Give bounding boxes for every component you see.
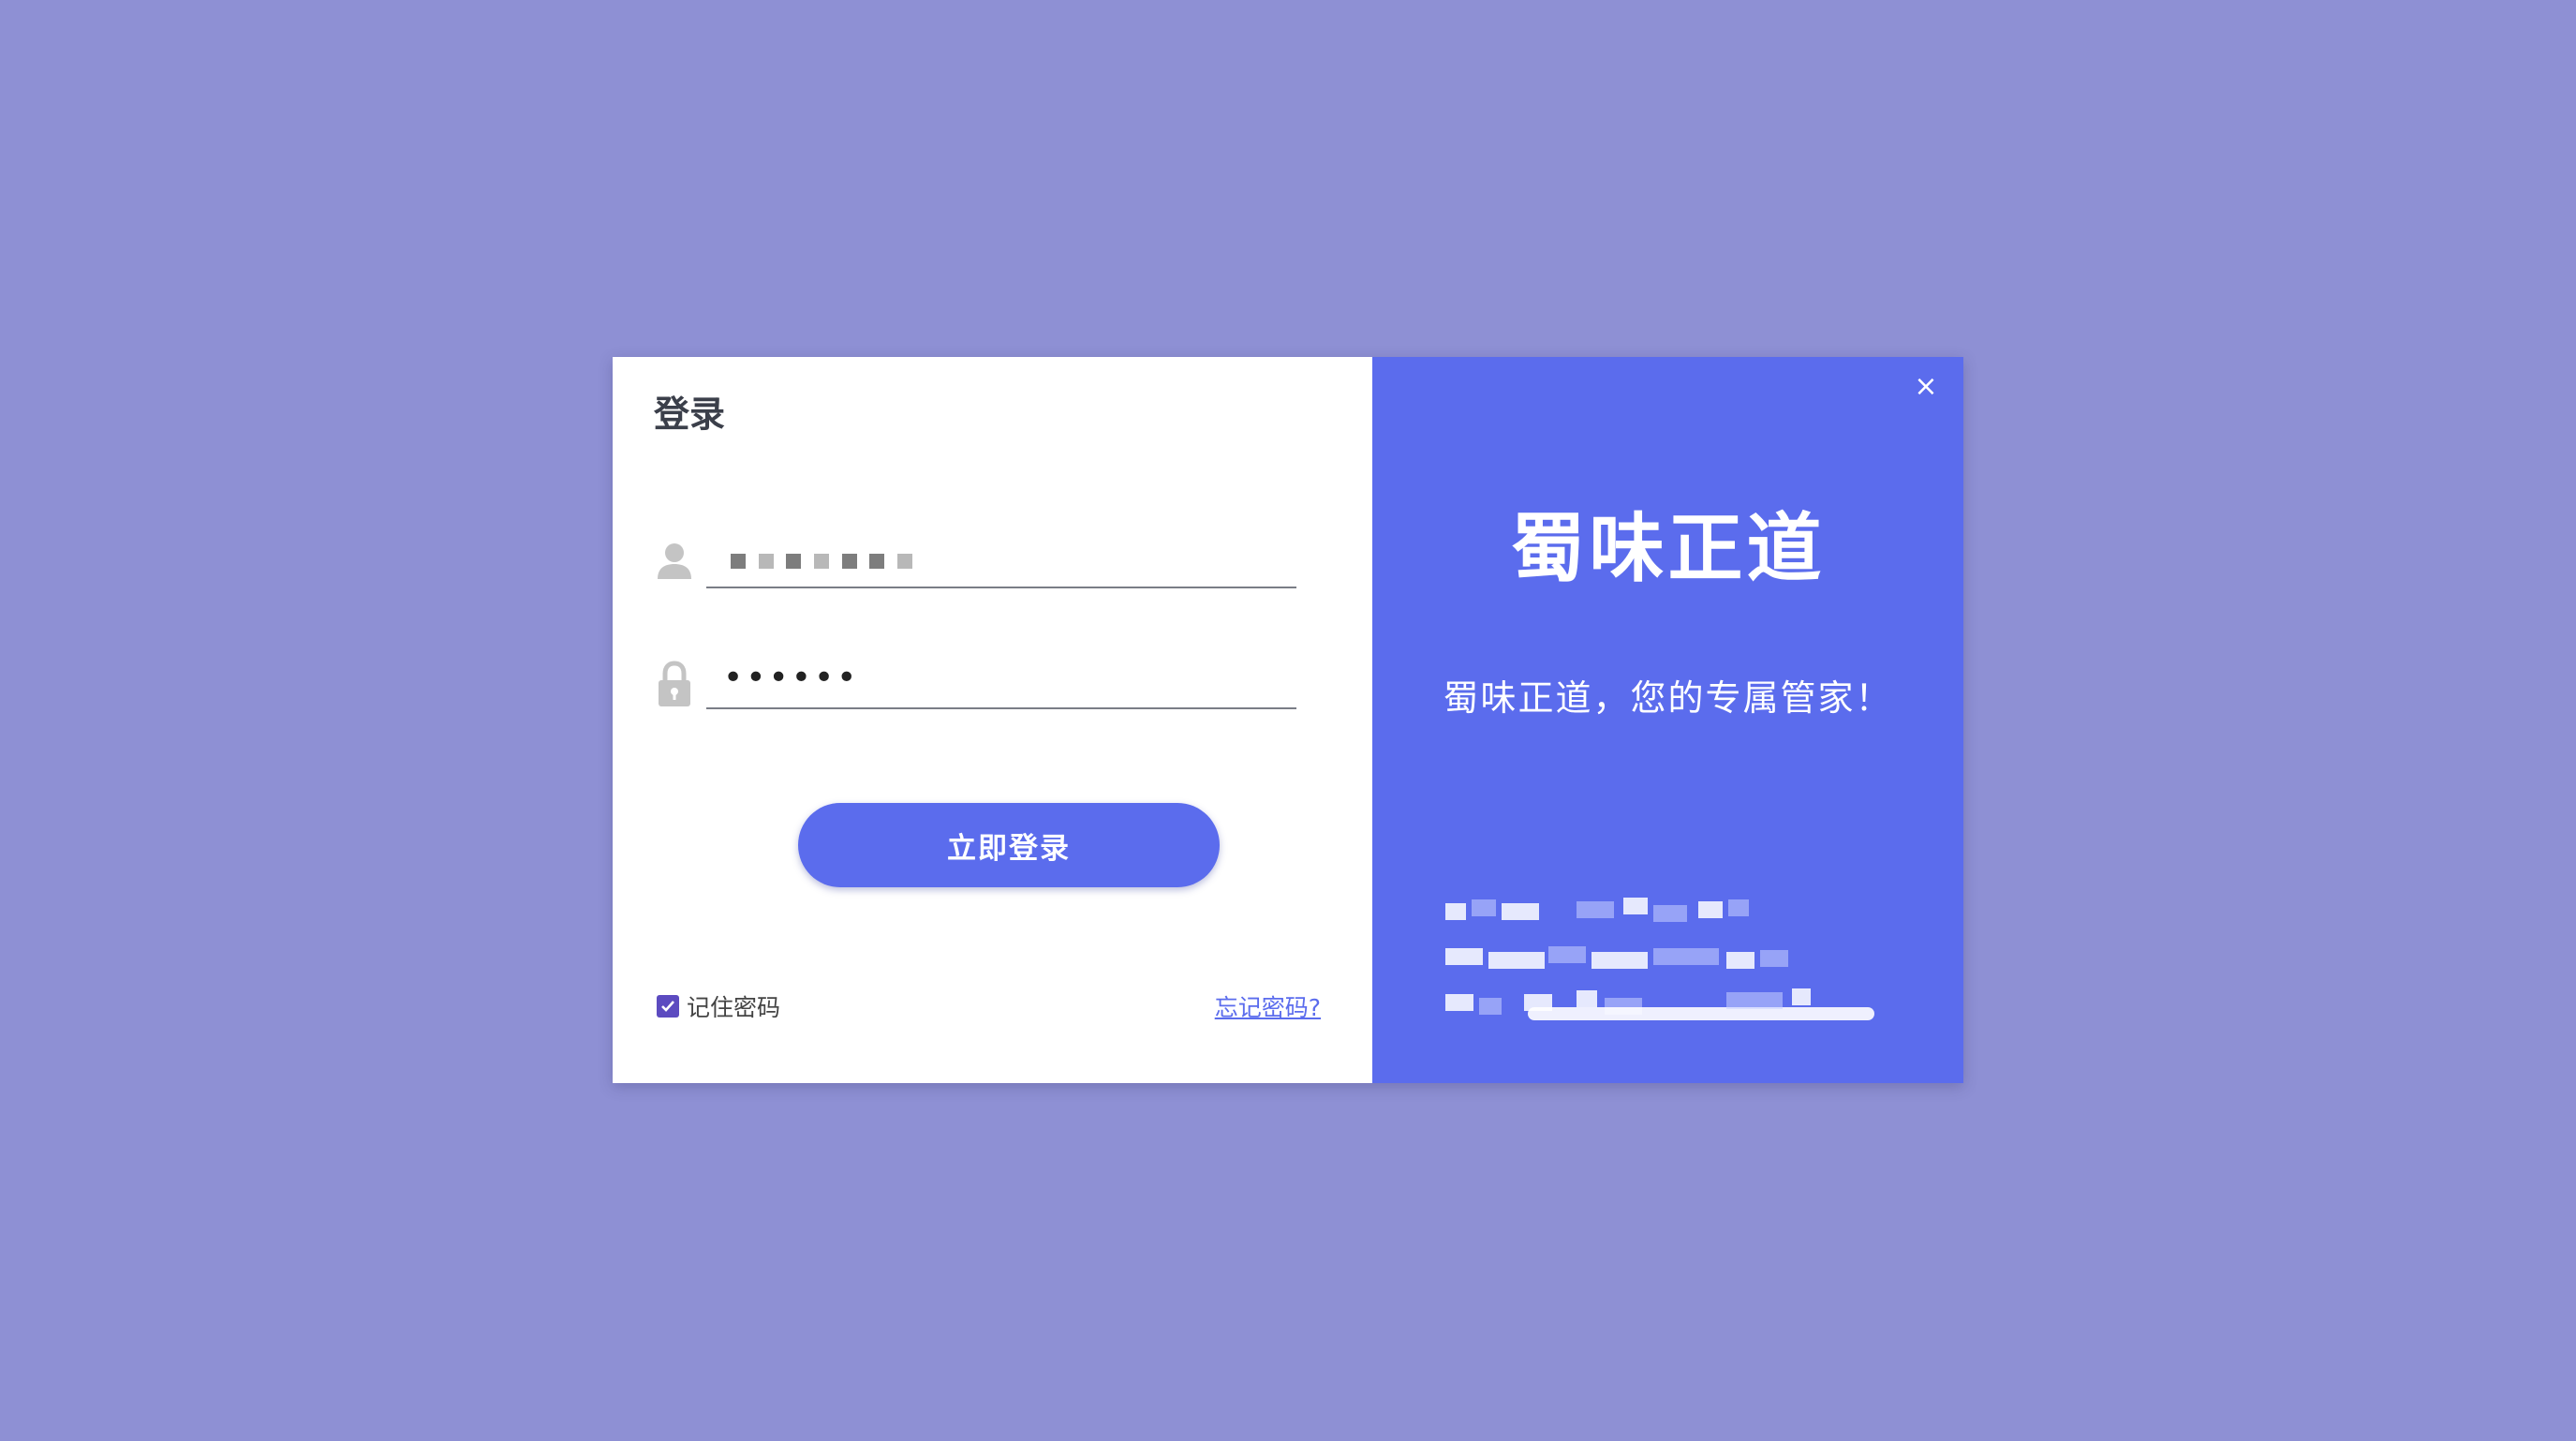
obscured-block [841,554,857,569]
password-field-group: •••••• [654,651,1296,717]
contact-line-obscured [1445,988,1874,1020]
obscured-block [786,554,802,569]
password-input[interactable]: •••••• [706,651,1296,709]
forgot-password-link[interactable]: 忘记密码? [1215,989,1321,1023]
username-value-obscured [729,547,914,573]
obscured-block [813,554,829,569]
obscured-block [869,554,885,569]
page-background: 登录 •••••• 立即登录 记住密码 忘记密码? × 蜀味正道 蜀味正道，您的… [0,0,2576,1441]
obscured-block [758,554,774,569]
obscured-block [731,554,746,569]
login-button[interactable]: 立即登录 [798,803,1220,887]
user-icon [654,538,695,588]
remember-label: 记住密码 [687,994,781,1021]
brand-panel: × 蜀味正道 蜀味正道，您的专属管家！ [1372,357,1963,1083]
obscured-block [896,554,912,569]
contact-line-obscured [1445,896,1867,928]
username-input[interactable] [706,530,1296,588]
login-title: 登录 [654,394,726,435]
login-form-panel: 登录 •••••• 立即登录 记住密码 忘记密码? [613,357,1372,1083]
brand-name: 蜀味正道 [1510,505,1826,592]
brand-slogan: 蜀味正道，您的专属管家！ [1443,677,1893,719]
username-field-group [654,530,1296,596]
lock-icon [654,659,695,709]
login-dialog: 登录 •••••• 立即登录 记住密码 忘记密码? × 蜀味正道 蜀味正道，您的… [613,357,1963,1083]
password-value: •••••• [723,659,860,697]
contact-line-obscured [1445,943,1867,974]
close-icon[interactable]: × [1911,372,1941,402]
check-icon [661,1001,674,1012]
remember-checkbox[interactable] [657,995,679,1018]
remember-password[interactable]: 记住密码 [657,989,780,1023]
